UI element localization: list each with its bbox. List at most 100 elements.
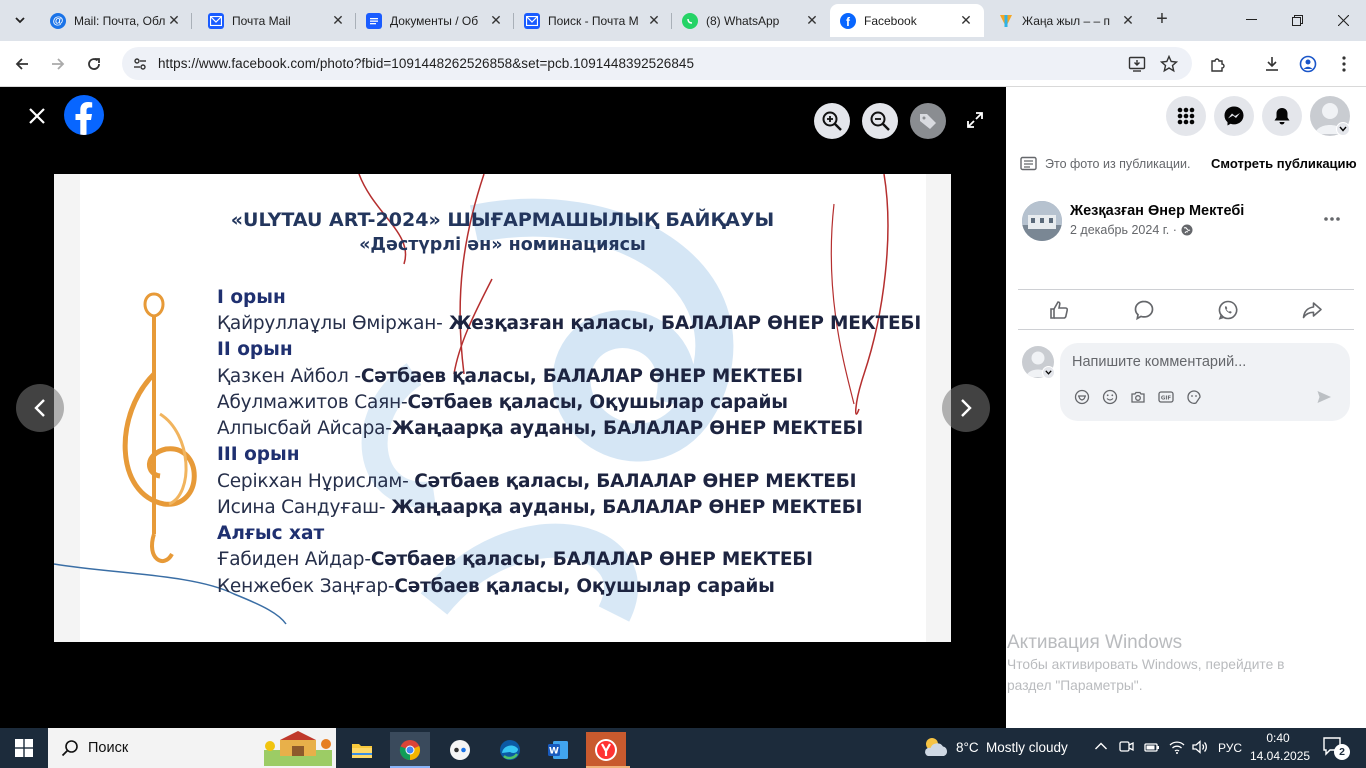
winner-line: Қайруллаұлы Өміржан- Жезқазған қаласы, Б… [217,313,922,334]
folder-icon [352,744,372,758]
reload-button[interactable] [80,50,108,78]
facebook-logo-button[interactable] [64,95,104,135]
wifi-icon[interactable] [1168,739,1186,760]
camera-icon[interactable] [1130,389,1146,405]
close-icon[interactable]: ✕ [804,12,820,29]
close-icon[interactable]: ✕ [958,12,974,29]
thanks-heading: Алғыс хат [217,523,325,544]
post-date[interactable]: 2 декабрь 2024 г. · [1070,223,1177,237]
profile-button[interactable] [1294,50,1322,78]
weather-widget[interactable] [922,736,952,760]
taskbar-app[interactable] [440,732,480,768]
clock-date[interactable]: 14.04.2025 [1250,749,1310,763]
start-button[interactable] [4,730,44,766]
tab-search-button[interactable] [8,8,32,32]
post-notice-text: Это фото из публикации. [1045,157,1191,171]
comment-button[interactable] [1133,299,1157,323]
notifications-button[interactable] [1262,96,1302,136]
address-bar[interactable]: https://www.facebook.com/photo?fbid=1091… [122,47,1192,80]
tab-documents[interactable]: Документы / Об ✕ [356,4,514,37]
account-dropdown[interactable] [1336,122,1350,136]
next-photo-button[interactable] [942,384,990,432]
page-avatar[interactable] [1022,201,1062,241]
browser-menu-button[interactable] [1330,50,1358,78]
close-window-button[interactable] [1320,0,1366,40]
restore-button[interactable] [1274,0,1320,40]
comment-identity-dropdown[interactable] [1042,366,1055,379]
zoom-out-button[interactable] [862,103,898,139]
send-icon[interactable] [1316,389,1332,405]
close-icon [29,108,45,124]
comment-composer[interactable]: Напишите комментарий... GIF [1060,343,1350,421]
close-icon[interactable]: ✕ [166,12,182,29]
emoji-icon[interactable] [1102,389,1118,405]
taskbar-file-explorer[interactable] [342,732,382,768]
comment-input[interactable]: Напишите комментарий... [1072,354,1246,370]
notification-count-badge: 2 [1334,744,1350,760]
post-notice: Это фото из публикации. [1020,156,1190,172]
tag-button[interactable] [910,103,946,139]
clock-time[interactable]: 0:40 [1250,731,1306,745]
taskbar-word[interactable]: W [538,732,578,768]
taskbar-yandex-browser[interactable] [586,732,626,768]
weather-description: Mostly cloudy [986,740,1068,755]
tab-search-mail[interactable]: Поиск - Почта М ✕ [514,4,672,37]
fullscreen-button[interactable] [966,111,988,133]
whatsapp-icon [1218,300,1238,320]
photo-title: «ULYTAU ART-2024» ШЫҒАРМАШЫЛЫҚ БАЙҚАУЫ [230,209,775,231]
avatar-sticker-icon[interactable] [1074,389,1090,405]
tab-pochta-mail[interactable]: Почта Mail ✕ [198,4,356,37]
show-hidden-icons-button[interactable] [1094,738,1112,758]
taskbar-chrome[interactable] [390,732,430,768]
zoom-in-button[interactable] [814,103,850,139]
tab-mail-obl[interactable]: @ Mail: Почта, Обл ✕ [40,4,192,37]
back-button[interactable] [8,50,36,78]
view-post-link[interactable]: Смотреть публикацию [1211,156,1357,171]
chevron-down-icon [1045,370,1052,375]
search-icon [61,740,78,757]
gif-icon[interactable]: GIF [1158,389,1174,405]
extensions-button[interactable] [1204,50,1232,78]
post-options-button[interactable] [1320,207,1344,231]
site-info-icon[interactable] [132,56,148,72]
messenger-button[interactable] [1214,96,1254,136]
tab-label: Жаңа жыл – – п [1022,13,1111,28]
tab-label: Facebook [864,13,917,28]
sticker-icon[interactable] [1186,389,1202,405]
share-button[interactable] [1301,299,1325,323]
mail-envelope-icon [524,12,540,29]
bookmark-star-icon[interactable] [1160,55,1178,73]
taskbar-edge[interactable] [490,732,530,768]
meet-now-icon[interactable] [1118,739,1134,760]
close-icon[interactable]: ✕ [330,12,346,29]
tab-yandex[interactable]: Жаңа жыл – – п ✕ [988,4,1146,37]
winner-line: Кенжебек Заңғар-Сәтбаев қаласы, Оқушылар… [217,576,775,597]
photo-subtitle: «Дәстүрлі ән» номинациясы [359,235,646,255]
input-language[interactable]: РУС [1218,741,1242,755]
battery-icon[interactable] [1143,739,1161,760]
menu-button[interactable] [1166,96,1206,136]
chrome-icon [399,740,421,761]
tab-whatsapp[interactable]: (8) WhatsApp ✕ [672,4,830,37]
forward-button[interactable] [44,50,72,78]
tab-label: Почта Mail [232,13,291,28]
chevron-left-icon [34,399,45,417]
post-author[interactable]: Жезқазған Өнер Мектебі [1070,203,1244,219]
taskbar-search-box[interactable]: Поиск [48,728,336,768]
new-tab-button[interactable]: + [1150,8,1174,32]
close-icon[interactable]: ✕ [646,12,662,29]
minimize-button[interactable] [1228,0,1274,40]
previous-photo-button[interactable] [16,384,64,432]
windows-activation-title: Активация Windows [1007,632,1183,653]
close-icon[interactable]: ✕ [488,12,504,29]
whatsapp-share-button[interactable] [1217,299,1241,323]
volume-icon[interactable] [1191,739,1209,760]
tab-facebook[interactable]: f Facebook ✕ [830,4,984,37]
install-app-icon[interactable] [1128,55,1146,73]
tag-icon [920,114,936,129]
close-icon[interactable]: ✕ [1120,12,1136,29]
like-button[interactable] [1048,299,1072,323]
notification-center-button[interactable]: 2 [1322,736,1352,762]
close-viewer-button[interactable] [24,103,50,129]
downloads-button[interactable] [1258,50,1286,78]
